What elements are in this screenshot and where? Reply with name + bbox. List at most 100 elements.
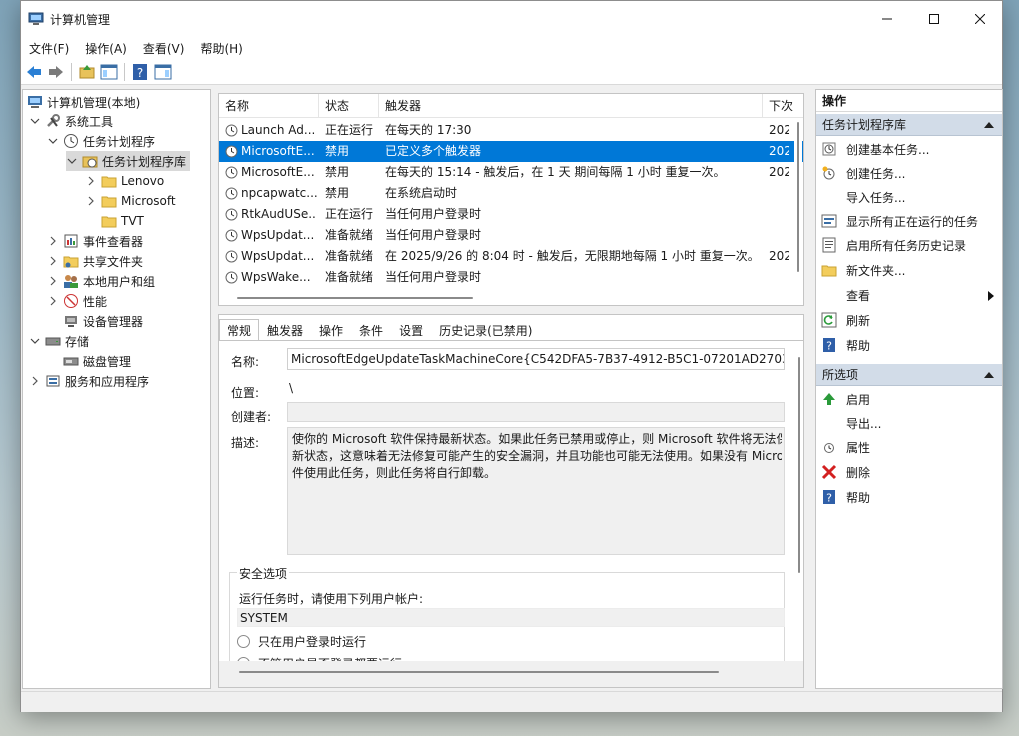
scrollbar-thumb[interactable] — [798, 357, 800, 573]
action-label: 启用 — [846, 392, 871, 407]
action-refresh[interactable]: 刷新 — [816, 308, 1002, 332]
collapse-up-icon[interactable] — [984, 372, 994, 378]
tree-item-root[interactable]: 计算机管理(本地) — [27, 92, 140, 112]
actions-pane: 操作 任务计划程序库 创建基本任务... 创建任务... 导入任务... 显示所… — [815, 89, 1003, 689]
action-delete[interactable]: 删除 — [816, 460, 1002, 484]
chevron-right-icon[interactable] — [85, 175, 97, 187]
task-trigger: 在每天的 17:30 — [385, 123, 472, 137]
action-new-folder[interactable]: 新文件夹... — [816, 258, 1002, 282]
detail-vertical-scrollbar[interactable] — [795, 351, 803, 651]
tree-item-shared-folders[interactable]: 共享文件夹 — [47, 251, 143, 271]
scrollbar-thumb[interactable] — [797, 122, 799, 272]
show-hide-tree-icon[interactable] — [100, 63, 118, 81]
tree-item-system-tools[interactable]: 系统工具 — [29, 111, 113, 131]
close-button[interactable] — [956, 1, 1003, 37]
action-properties[interactable]: 属性 — [816, 435, 1002, 459]
tab-general[interactable]: 常规 — [219, 319, 260, 341]
tab-settings[interactable]: 设置 — [391, 319, 431, 341]
tree-item-services[interactable]: 服务和应用程序 — [29, 371, 149, 391]
task-name: WpsUpdat... — [241, 249, 315, 263]
table-row[interactable]: MicrosoftE... 禁用 已定义多个触发器 202 — [219, 141, 803, 162]
name-field[interactable]: MicrosoftEdgeUpdateTaskMachineCore{C542D… — [287, 348, 785, 370]
tab-actions[interactable]: 操作 — [311, 319, 351, 341]
chevron-right-icon[interactable] — [47, 235, 59, 247]
chevron-right-icon[interactable] — [47, 295, 59, 307]
tab-conditions[interactable]: 条件 — [351, 319, 391, 341]
radio-logged-on-only[interactable]: 只在用户登录时运行 — [237, 633, 366, 650]
column-header-name[interactable]: 名称 — [219, 94, 319, 118]
tree-item-device-manager[interactable]: 设备管理器 — [63, 311, 143, 331]
show-hide-action-pane-icon[interactable] — [154, 63, 172, 81]
tree-item-lenovo[interactable]: Lenovo — [85, 171, 164, 191]
run-as-user-field[interactable]: SYSTEM — [237, 608, 785, 627]
detail-horizontal-scrollbar[interactable] — [239, 671, 719, 673]
action-help-selected[interactable]: ? 帮助 — [816, 485, 1002, 509]
chevron-right-icon[interactable] — [29, 375, 41, 387]
description-label: 描述: — [231, 436, 260, 450]
action-enable[interactable]: 启用 — [816, 387, 1002, 411]
tree-item-microsoft[interactable]: Microsoft — [85, 191, 176, 211]
column-header-trigger[interactable]: 触发器 — [379, 94, 763, 118]
users-icon — [64, 275, 78, 288]
menu-file[interactable]: 文件(F) — [21, 37, 77, 59]
back-arrow-icon[interactable] — [25, 63, 43, 81]
tree-item-local-users[interactable]: 本地用户和组 — [47, 271, 155, 291]
table-row[interactable]: WpsWake... 准备就绪 当任何用户登录时 — [219, 267, 803, 288]
actions-section-task-library[interactable]: 任务计划程序库 — [816, 114, 1002, 136]
tree-item-task-scheduler[interactable]: 任务计划程序 — [47, 131, 155, 151]
disk-icon — [63, 357, 79, 366]
tree-item-storage[interactable]: 存储 — [29, 331, 89, 351]
chevron-right-icon[interactable] — [47, 275, 59, 287]
tree-item-task-library[interactable]: 任务计划程序库 — [66, 151, 191, 171]
forward-arrow-icon[interactable] — [47, 63, 65, 81]
task-next-run — [769, 204, 789, 225]
action-show-running-tasks[interactable]: 显示所有正在运行的任务 — [816, 209, 1002, 233]
table-row[interactable]: WpsUpdat... 准备就绪 在 2025/9/26 的 8:04 时 - … — [219, 246, 803, 267]
help-icon: ? — [823, 338, 835, 353]
tree-item-disk-management[interactable]: 磁盘管理 — [63, 351, 131, 371]
menu-view[interactable]: 查看(V) — [135, 37, 193, 59]
actions-section-selected-item[interactable]: 所选项 — [816, 364, 1002, 386]
chevron-down-icon[interactable] — [29, 115, 41, 127]
action-view[interactable]: 查看 — [816, 283, 1002, 307]
chevron-right-icon[interactable] — [85, 195, 97, 207]
task-list-horizontal-scrollbar[interactable] — [237, 297, 473, 299]
tree-item-event-viewer[interactable]: 事件查看器 — [47, 231, 143, 251]
action-create-basic-task[interactable]: 创建基本任务... — [816, 137, 1002, 161]
up-folder-icon[interactable] — [78, 63, 96, 81]
column-header-status[interactable]: 状态 — [319, 94, 379, 118]
table-row[interactable]: WpsUpdat... 准备就绪 当任何用户登录时 — [219, 225, 803, 246]
tree-item-tvt[interactable]: TVT — [101, 211, 144, 231]
collapse-up-icon[interactable] — [984, 122, 994, 128]
chevron-right-icon[interactable] — [47, 255, 59, 267]
action-enable-history[interactable]: 启用所有任务历史记录 — [816, 233, 1002, 257]
tab-triggers[interactable]: 触发器 — [259, 319, 311, 341]
author-field[interactable] — [287, 402, 785, 422]
menu-help[interactable]: 帮助(H) — [192, 37, 250, 59]
table-row[interactable]: RtkAudUSe... 正在运行 当任何用户登录时 — [219, 204, 803, 225]
table-row[interactable]: Launch Ad... 正在运行 在每天的 17:30 202 — [219, 120, 803, 141]
action-help[interactable]: ? 帮助 — [816, 333, 1002, 357]
maximize-button[interactable] — [910, 1, 957, 37]
blank-icon — [821, 415, 837, 431]
menu-action[interactable]: 操作(A) — [77, 37, 135, 59]
action-create-task[interactable]: 创建任务... — [816, 161, 1002, 185]
task-next-run: 202 — [769, 165, 789, 179]
table-row[interactable]: MicrosoftE... 禁用 在每天的 15:14 - 触发后，在 1 天 … — [219, 162, 803, 183]
task-list-vertical-scrollbar[interactable] — [794, 118, 802, 305]
minimize-button[interactable] — [863, 1, 910, 37]
tab-history[interactable]: 历史记录(已禁用) — [431, 319, 540, 341]
action-export[interactable]: 导出... — [816, 411, 1002, 435]
radio-circle[interactable] — [237, 635, 250, 648]
task-clock-icon — [225, 229, 238, 242]
tree-label: 磁盘管理 — [83, 354, 132, 369]
table-row[interactable]: npcapwatc... 禁用 在系统启动时 — [219, 183, 803, 204]
help-icon[interactable]: ? — [131, 63, 149, 81]
tree-item-performance[interactable]: 性能 — [47, 291, 107, 311]
chevron-down-icon[interactable] — [66, 155, 78, 167]
chevron-down-icon[interactable] — [47, 135, 59, 147]
description-field[interactable]: 使你的 Microsoft 软件保持最新状态。如果此任务已禁用或停止，则 Mic… — [287, 427, 785, 555]
action-import-task[interactable]: 导入任务... — [816, 185, 1002, 209]
chevron-down-icon[interactable] — [29, 335, 41, 347]
column-header-next-run[interactable]: 下次 — [763, 94, 793, 118]
